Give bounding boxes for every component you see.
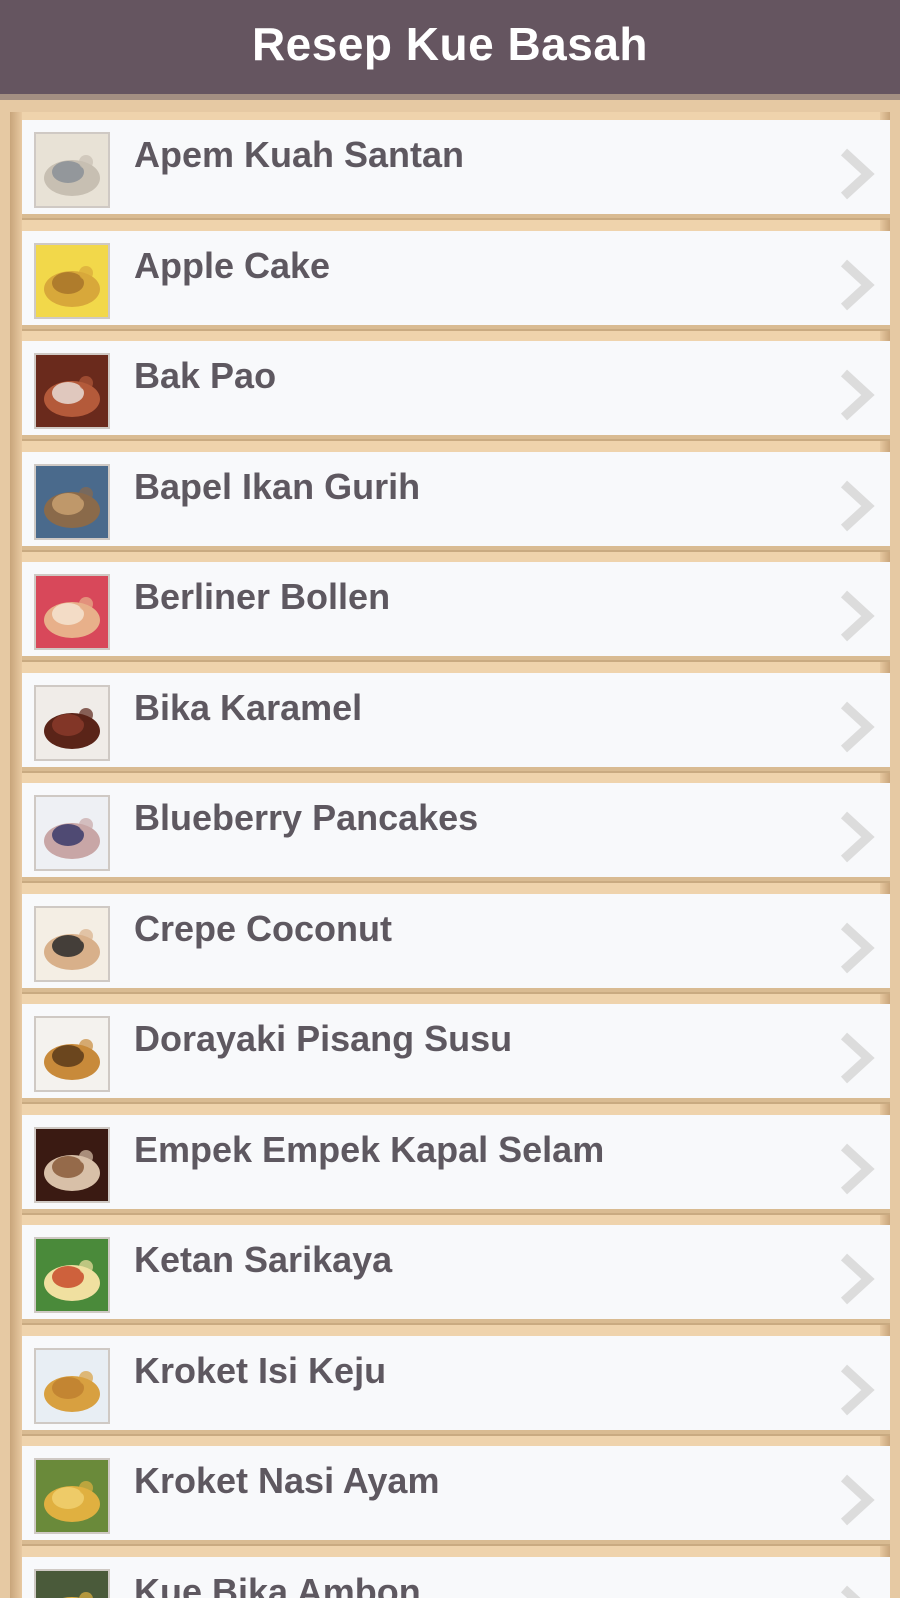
- chevron-right-icon: [834, 1472, 878, 1528]
- list-item[interactable]: Dorayaki Pisang Susu: [22, 1004, 890, 1102]
- chevron-right-icon: [834, 1141, 878, 1197]
- list-item-label: Bak Pao: [134, 355, 277, 396]
- apem-thumbnail: [34, 132, 110, 208]
- chevron-right-icon: [834, 1030, 878, 1086]
- list-item[interactable]: Ketan Sarikaya: [22, 1225, 890, 1323]
- list-item-label: Empek Empek Kapal Selam: [134, 1129, 605, 1170]
- list-item-label: Blueberry Pancakes: [134, 797, 479, 838]
- list-item[interactable]: Bak Pao: [22, 341, 890, 439]
- list-item[interactable]: Kroket Isi Keju: [22, 1336, 890, 1434]
- chevron-right-icon: [834, 367, 878, 423]
- kue-bika-ambon-thumbnail: [34, 1569, 110, 1598]
- list-item-label: Apem Kuah Santan: [134, 134, 465, 175]
- bak-pao-thumbnail: [34, 353, 110, 429]
- list-item[interactable]: Blueberry Pancakes: [22, 783, 890, 881]
- chevron-right-icon: [834, 699, 878, 755]
- list-left-border: [10, 112, 22, 1598]
- list-item-label: Dorayaki Pisang Susu: [134, 1018, 513, 1059]
- list-item[interactable]: Bika Karamel: [22, 673, 890, 771]
- list-item[interactable]: Bapel Ikan Gurih: [22, 452, 890, 550]
- list-item[interactable]: Kroket Nasi Ayam: [22, 1446, 890, 1544]
- crepe-coconut-thumbnail: [34, 906, 110, 982]
- app-screen: Resep Kue Basah Apem Kuah Santan Apple Ca…: [0, 0, 900, 1598]
- dorayaki-thumbnail: [34, 1016, 110, 1092]
- chevron-right-icon: [834, 1583, 878, 1598]
- chevron-right-icon: [834, 588, 878, 644]
- list-item-label: Crepe Coconut: [134, 908, 393, 949]
- chevron-right-icon: [834, 1251, 878, 1307]
- list-item[interactable]: Apple Cake: [22, 231, 890, 329]
- berliner-bollen-thumbnail: [34, 574, 110, 650]
- blueberry-pancakes-thumbnail: [34, 795, 110, 871]
- chevron-right-icon: [834, 146, 878, 202]
- list-item[interactable]: Empek Empek Kapal Selam: [22, 1115, 890, 1213]
- list-item[interactable]: Kue Bika Ambon: [22, 1557, 890, 1598]
- chevron-right-icon: [834, 809, 878, 865]
- bapel-ikan-thumbnail: [34, 464, 110, 540]
- navigation-bar: Resep Kue Basah: [0, 0, 900, 100]
- list-item-label: Kroket Nasi Ayam: [134, 1460, 440, 1501]
- chevron-right-icon: [834, 257, 878, 313]
- empek-empek-thumbnail: [34, 1127, 110, 1203]
- list-item-label: Apple Cake: [134, 245, 331, 286]
- list-item[interactable]: Berliner Bollen: [22, 562, 890, 660]
- apple-cake-thumbnail: [34, 243, 110, 319]
- chevron-right-icon: [834, 920, 878, 976]
- list-item[interactable]: Apem Kuah Santan: [22, 120, 890, 218]
- kroket-nasi-ayam-thumbnail: [34, 1458, 110, 1534]
- chevron-right-icon: [834, 1362, 878, 1418]
- page-title: Resep Kue Basah: [251, 18, 649, 70]
- list-item-label: Bika Karamel: [134, 687, 363, 728]
- list-item-label: Kroket Isi Keju: [134, 1350, 387, 1391]
- bika-karamel-thumbnail: [34, 685, 110, 761]
- list-item-label: Kue Bika Ambon: [134, 1571, 421, 1598]
- list-item-label: Ketan Sarikaya: [134, 1239, 393, 1280]
- list-item[interactable]: Crepe Coconut: [22, 894, 890, 992]
- list-item-label: Berliner Bollen: [134, 576, 391, 617]
- list-item-label: Bapel Ikan Gurih: [134, 466, 421, 507]
- ketan-sarikaya-thumbnail: [34, 1237, 110, 1313]
- kroket-keju-thumbnail: [34, 1348, 110, 1424]
- chevron-right-icon: [834, 478, 878, 534]
